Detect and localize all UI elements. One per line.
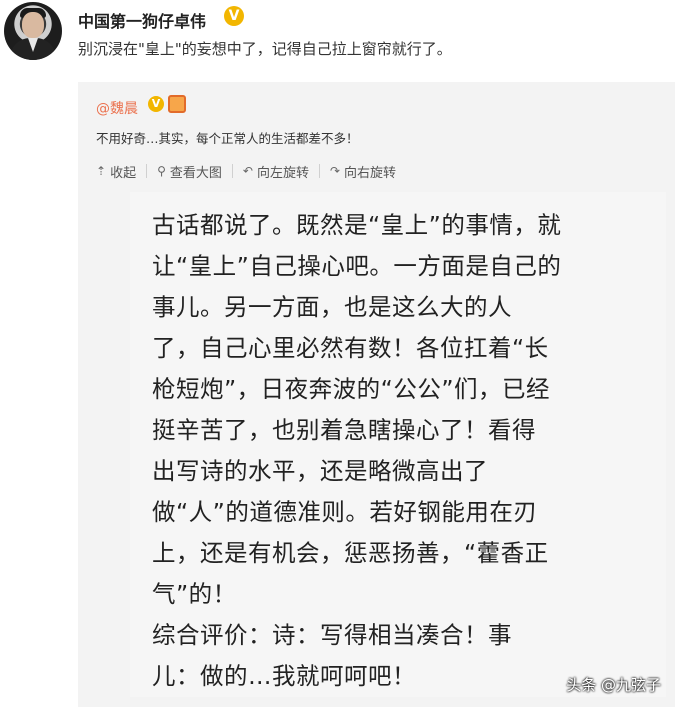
post-author-name[interactable]: 中国第一狗仔卓伟 xyxy=(78,8,206,32)
verified-badge-icon: V xyxy=(224,6,244,26)
image-toolbar: ⇡ 收起 ⚲ 查看大图 ↶ 向左旋转 ↷ 向右旋转 xyxy=(96,160,396,182)
toolbar-divider xyxy=(146,164,148,178)
image-text-block: 古话都说了。既然是“皇上”的事情，就 让“皇上”自己操心吧。一方面是自己的 事儿… xyxy=(152,205,657,697)
collapse-label: 收起 xyxy=(110,165,137,181)
image-text-line: 让“皇上”自己操心吧。一方面是自己的 xyxy=(152,252,562,280)
search-icon: ⚲ xyxy=(157,164,166,178)
image-text-line: 了，自己心里必然有数！各位扛着“长 xyxy=(152,334,549,362)
avatar-face xyxy=(22,12,44,38)
collapse-button[interactable]: ⇡ 收起 xyxy=(96,162,136,181)
image-text-line: 做“人”的道德准则。若好钢能用在刃 xyxy=(152,498,538,526)
collapse-icon: ⇡ xyxy=(96,164,107,178)
medal-icon xyxy=(168,95,186,113)
image-text-line: 挺辛苦了，也别着急瞎操心了！看得 xyxy=(152,416,536,444)
rotate-right-button[interactable]: ↷ 向右旋转 xyxy=(330,162,396,181)
rotate-left-icon: ↶ xyxy=(242,164,253,178)
watermark: 头条 @九弦子 xyxy=(566,676,661,694)
image-text-line: 出写诗的水平，还是略微高出了 xyxy=(152,457,488,485)
post-text: 别沉浸在"皇上"的妄想中了，记得自己拉上窗帘就行了。 xyxy=(78,40,452,58)
repost-author-link[interactable]: @魏晨 xyxy=(96,98,138,118)
view-large-image-button[interactable]: ⚲ 查看大图 xyxy=(157,162,222,181)
view-large-image-label: 查看大图 xyxy=(169,165,222,181)
image-text-line: 气”的！ xyxy=(152,580,237,608)
toolbar-divider xyxy=(231,164,233,178)
rotate-right-label: 向右旋转 xyxy=(344,165,397,181)
image-text-line: 枪短炮”，日夜奔波的“公公”们，已经 xyxy=(152,375,551,403)
repost-verified-badge-icon: V xyxy=(148,96,164,112)
rotate-left-label: 向左旋转 xyxy=(256,165,309,181)
image-text-line: 上，还是有机会，惩恶扬善，“藿香正 xyxy=(152,539,549,567)
toolbar-divider xyxy=(318,164,320,178)
image-text-line: 古话都说了。既然是“皇上”的事情，就 xyxy=(152,211,562,239)
repost-text: 不用好奇…其实，每个正常人的生活都差不多！ xyxy=(96,131,359,146)
rotate-left-button[interactable]: ↶ 向左旋转 xyxy=(243,162,309,181)
author-avatar[interactable] xyxy=(4,2,62,60)
image-text-line: 事儿。另一方面，也是这么大的人 xyxy=(152,293,512,321)
image-text-line: 综合评价：诗：写得相当凑合！事 xyxy=(152,621,512,649)
rotate-right-icon: ↷ xyxy=(329,164,341,178)
